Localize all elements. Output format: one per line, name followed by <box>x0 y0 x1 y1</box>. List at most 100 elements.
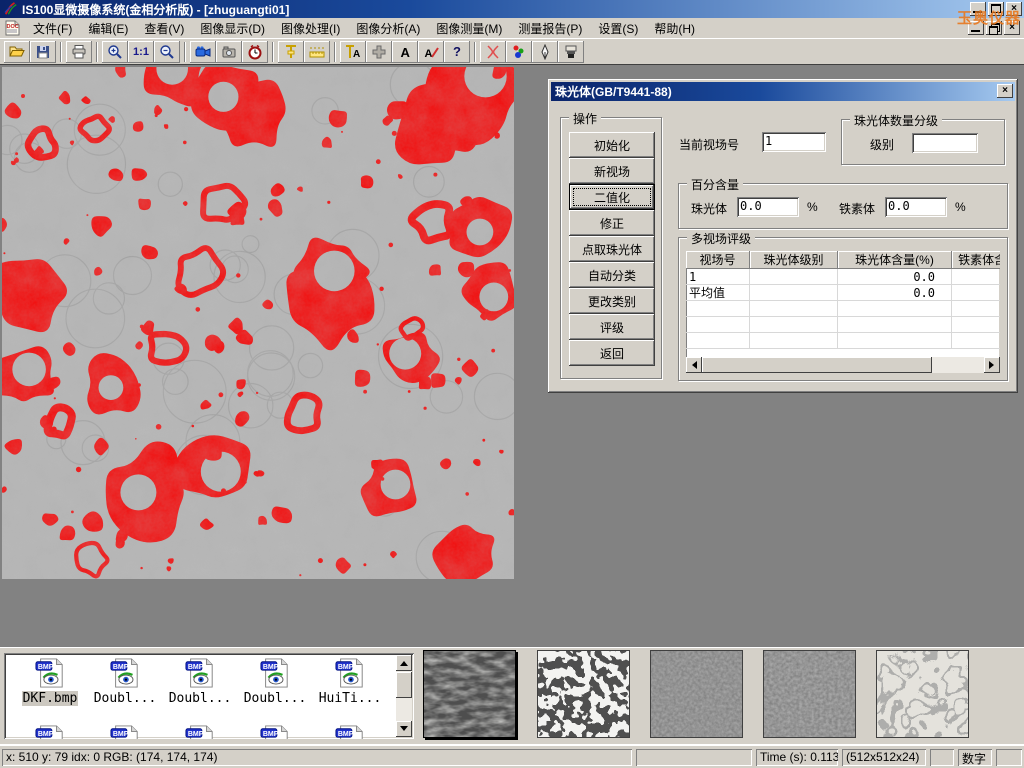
table-row[interactable]: 平均值 0.0 <box>686 285 1000 301</box>
file-item[interactable]: BMPDoubl... <box>164 658 236 706</box>
close-button[interactable]: × <box>1006 2 1022 16</box>
file-name[interactable]: HuiTi... <box>318 691 383 706</box>
file-list-scrollbar[interactable] <box>396 655 412 737</box>
table-row[interactable]: 1 0.0 <box>686 269 1000 285</box>
cursor-info-panel: x: 510 y: 79 idx: 0 RGB: (174, 174, 174) <box>2 749 632 766</box>
menu-image-process[interactable]: 图像处理(I) <box>273 18 348 39</box>
current-field-input[interactable]: 1 <box>762 132 826 152</box>
new-field-button[interactable]: 新视场 <box>569 158 655 184</box>
binarize-button[interactable]: 二值化 <box>569 184 655 210</box>
file-name[interactable]: DKF.bmp <box>22 691 79 706</box>
mdi-minimize-button[interactable] <box>968 21 984 35</box>
scroll-up-button[interactable] <box>396 655 412 671</box>
thumbnail-2[interactable] <box>537 650 630 738</box>
menu-help[interactable]: 帮助(H) <box>646 18 703 39</box>
caliper-measure-button[interactable] <box>278 41 304 63</box>
bmp-file-icon: BMP <box>185 725 215 739</box>
text-edit-button[interactable]: A <box>418 41 444 63</box>
menu-image-display[interactable]: 图像显示(D) <box>192 18 273 39</box>
file-item-partial[interactable]: BMP <box>164 725 236 739</box>
menu-settings[interactable]: 设置(S) <box>590 18 646 39</box>
file-item-partial[interactable]: BMP <box>314 725 386 739</box>
file-list[interactable]: BMPDKF.bmpBMPDoubl...BMPDoubl...BMPDoubl… <box>4 653 414 739</box>
pen-icon <box>537 44 553 60</box>
document-icon[interactable]: DOC <box>4 20 21 36</box>
svg-text:A: A <box>401 45 411 60</box>
svg-text:A: A <box>353 49 360 60</box>
menu-view[interactable]: 查看(V) <box>136 18 192 39</box>
thumbnail-3[interactable] <box>650 650 743 738</box>
table-horizontal-scrollbar[interactable] <box>686 357 1000 373</box>
grading-group-label: 珠光体数量分级 <box>850 112 942 129</box>
scrollbar-thumb[interactable] <box>396 672 412 698</box>
save-button[interactable] <box>30 41 56 63</box>
file-item[interactable]: BMPDoubl... <box>89 658 161 706</box>
brush-tool-button[interactable] <box>558 41 584 63</box>
text-tool-button[interactable]: A <box>392 41 418 63</box>
pearlite-percent-input[interactable]: 0.0 <box>737 197 799 217</box>
camera-capture-button[interactable] <box>216 41 242 63</box>
mdi-close-button[interactable]: × <box>1004 21 1020 35</box>
file-item[interactable]: BMPHuiTi... <box>314 658 386 706</box>
init-button[interactable]: 初始化 <box>569 132 655 158</box>
bmp-file-icon: BMP <box>35 658 65 688</box>
app-logo-icon <box>3 2 19 16</box>
thumbnail-3-image <box>651 651 742 737</box>
toolbar-separator <box>60 42 62 62</box>
return-button[interactable]: 返回 <box>569 340 655 366</box>
mdi-restore-button[interactable] <box>986 21 1002 35</box>
zoom-in-button[interactable] <box>102 41 128 63</box>
percentage-group-label: 百分含量 <box>687 176 743 193</box>
ferrite-percent-input[interactable]: 0.0 <box>885 197 947 217</box>
rate-button[interactable]: 评级 <box>569 314 655 340</box>
menu-image-analysis[interactable]: 图像分析(A) <box>348 18 428 39</box>
pick-pearlite-button[interactable]: 点取珠光体 <box>569 236 655 262</box>
binarized-metallograph-image[interactable] <box>2 67 514 579</box>
file-name[interactable]: Doubl... <box>243 691 308 706</box>
scroll-down-button[interactable] <box>396 721 412 737</box>
level-input[interactable] <box>912 133 978 153</box>
ruler-icon <box>309 44 325 60</box>
menu-file[interactable]: 文件(F) <box>25 18 80 39</box>
file-name[interactable]: Doubl... <box>93 691 158 706</box>
multi-field-table[interactable]: 视场号 珠光体级别 珠光体含量(%) 铁素体含量(%) 1 0.0 平均值 0.… <box>686 251 1000 373</box>
merge-cross-button[interactable] <box>366 41 392 63</box>
thumbnail-5[interactable] <box>876 650 969 738</box>
file-item-partial[interactable]: BMP <box>89 725 161 739</box>
correct-button[interactable]: 修正 <box>569 210 655 236</box>
change-class-button[interactable]: 更改类别 <box>569 288 655 314</box>
maximize-button[interactable] <box>988 2 1004 16</box>
spline-curves-button[interactable] <box>480 41 506 63</box>
auto-classify-button[interactable]: 自动分类 <box>569 262 655 288</box>
minimize-button[interactable] <box>970 2 986 16</box>
thumbnail-4[interactable] <box>763 650 856 738</box>
dialog-title-bar[interactable]: 珠光体(GB/T9441-88) × <box>551 82 1015 101</box>
count-markers-button[interactable] <box>506 41 532 63</box>
actual-size-button[interactable]: 1:1 <box>128 41 154 63</box>
measure-text-button[interactable]: A <box>340 41 366 63</box>
video-camera-button[interactable] <box>190 41 216 63</box>
pen-tool-button[interactable] <box>532 41 558 63</box>
svg-text:BMP: BMP <box>113 731 129 738</box>
scroll-left-button[interactable] <box>686 357 702 373</box>
file-name[interactable]: Doubl... <box>168 691 233 706</box>
empty-panel <box>996 749 1022 766</box>
dialog-close-button[interactable]: × <box>997 84 1013 98</box>
zoom-out-button[interactable] <box>154 41 180 63</box>
print-button[interactable] <box>66 41 92 63</box>
thumbnail-1[interactable] <box>423 650 516 738</box>
scrollbar-thumb[interactable] <box>702 357 932 373</box>
file-item-partial[interactable]: BMP <box>14 725 86 739</box>
timer-button[interactable] <box>242 41 268 63</box>
menu-edit[interactable]: 编辑(E) <box>80 18 136 39</box>
menu-image-measure[interactable]: 图像测量(M) <box>428 18 510 39</box>
file-item-partial[interactable]: BMP <box>239 725 311 739</box>
open-file-button[interactable] <box>4 41 30 63</box>
scroll-right-button[interactable] <box>984 357 1000 373</box>
ruler-measure-button[interactable] <box>304 41 330 63</box>
file-item[interactable]: BMPDoubl... <box>239 658 311 706</box>
toolbar-separator <box>474 42 476 62</box>
file-item[interactable]: BMP DKF.bmp <box>14 658 86 706</box>
menu-measure-report[interactable]: 测量报告(P) <box>510 18 590 39</box>
help-button[interactable]: ? <box>444 41 470 63</box>
